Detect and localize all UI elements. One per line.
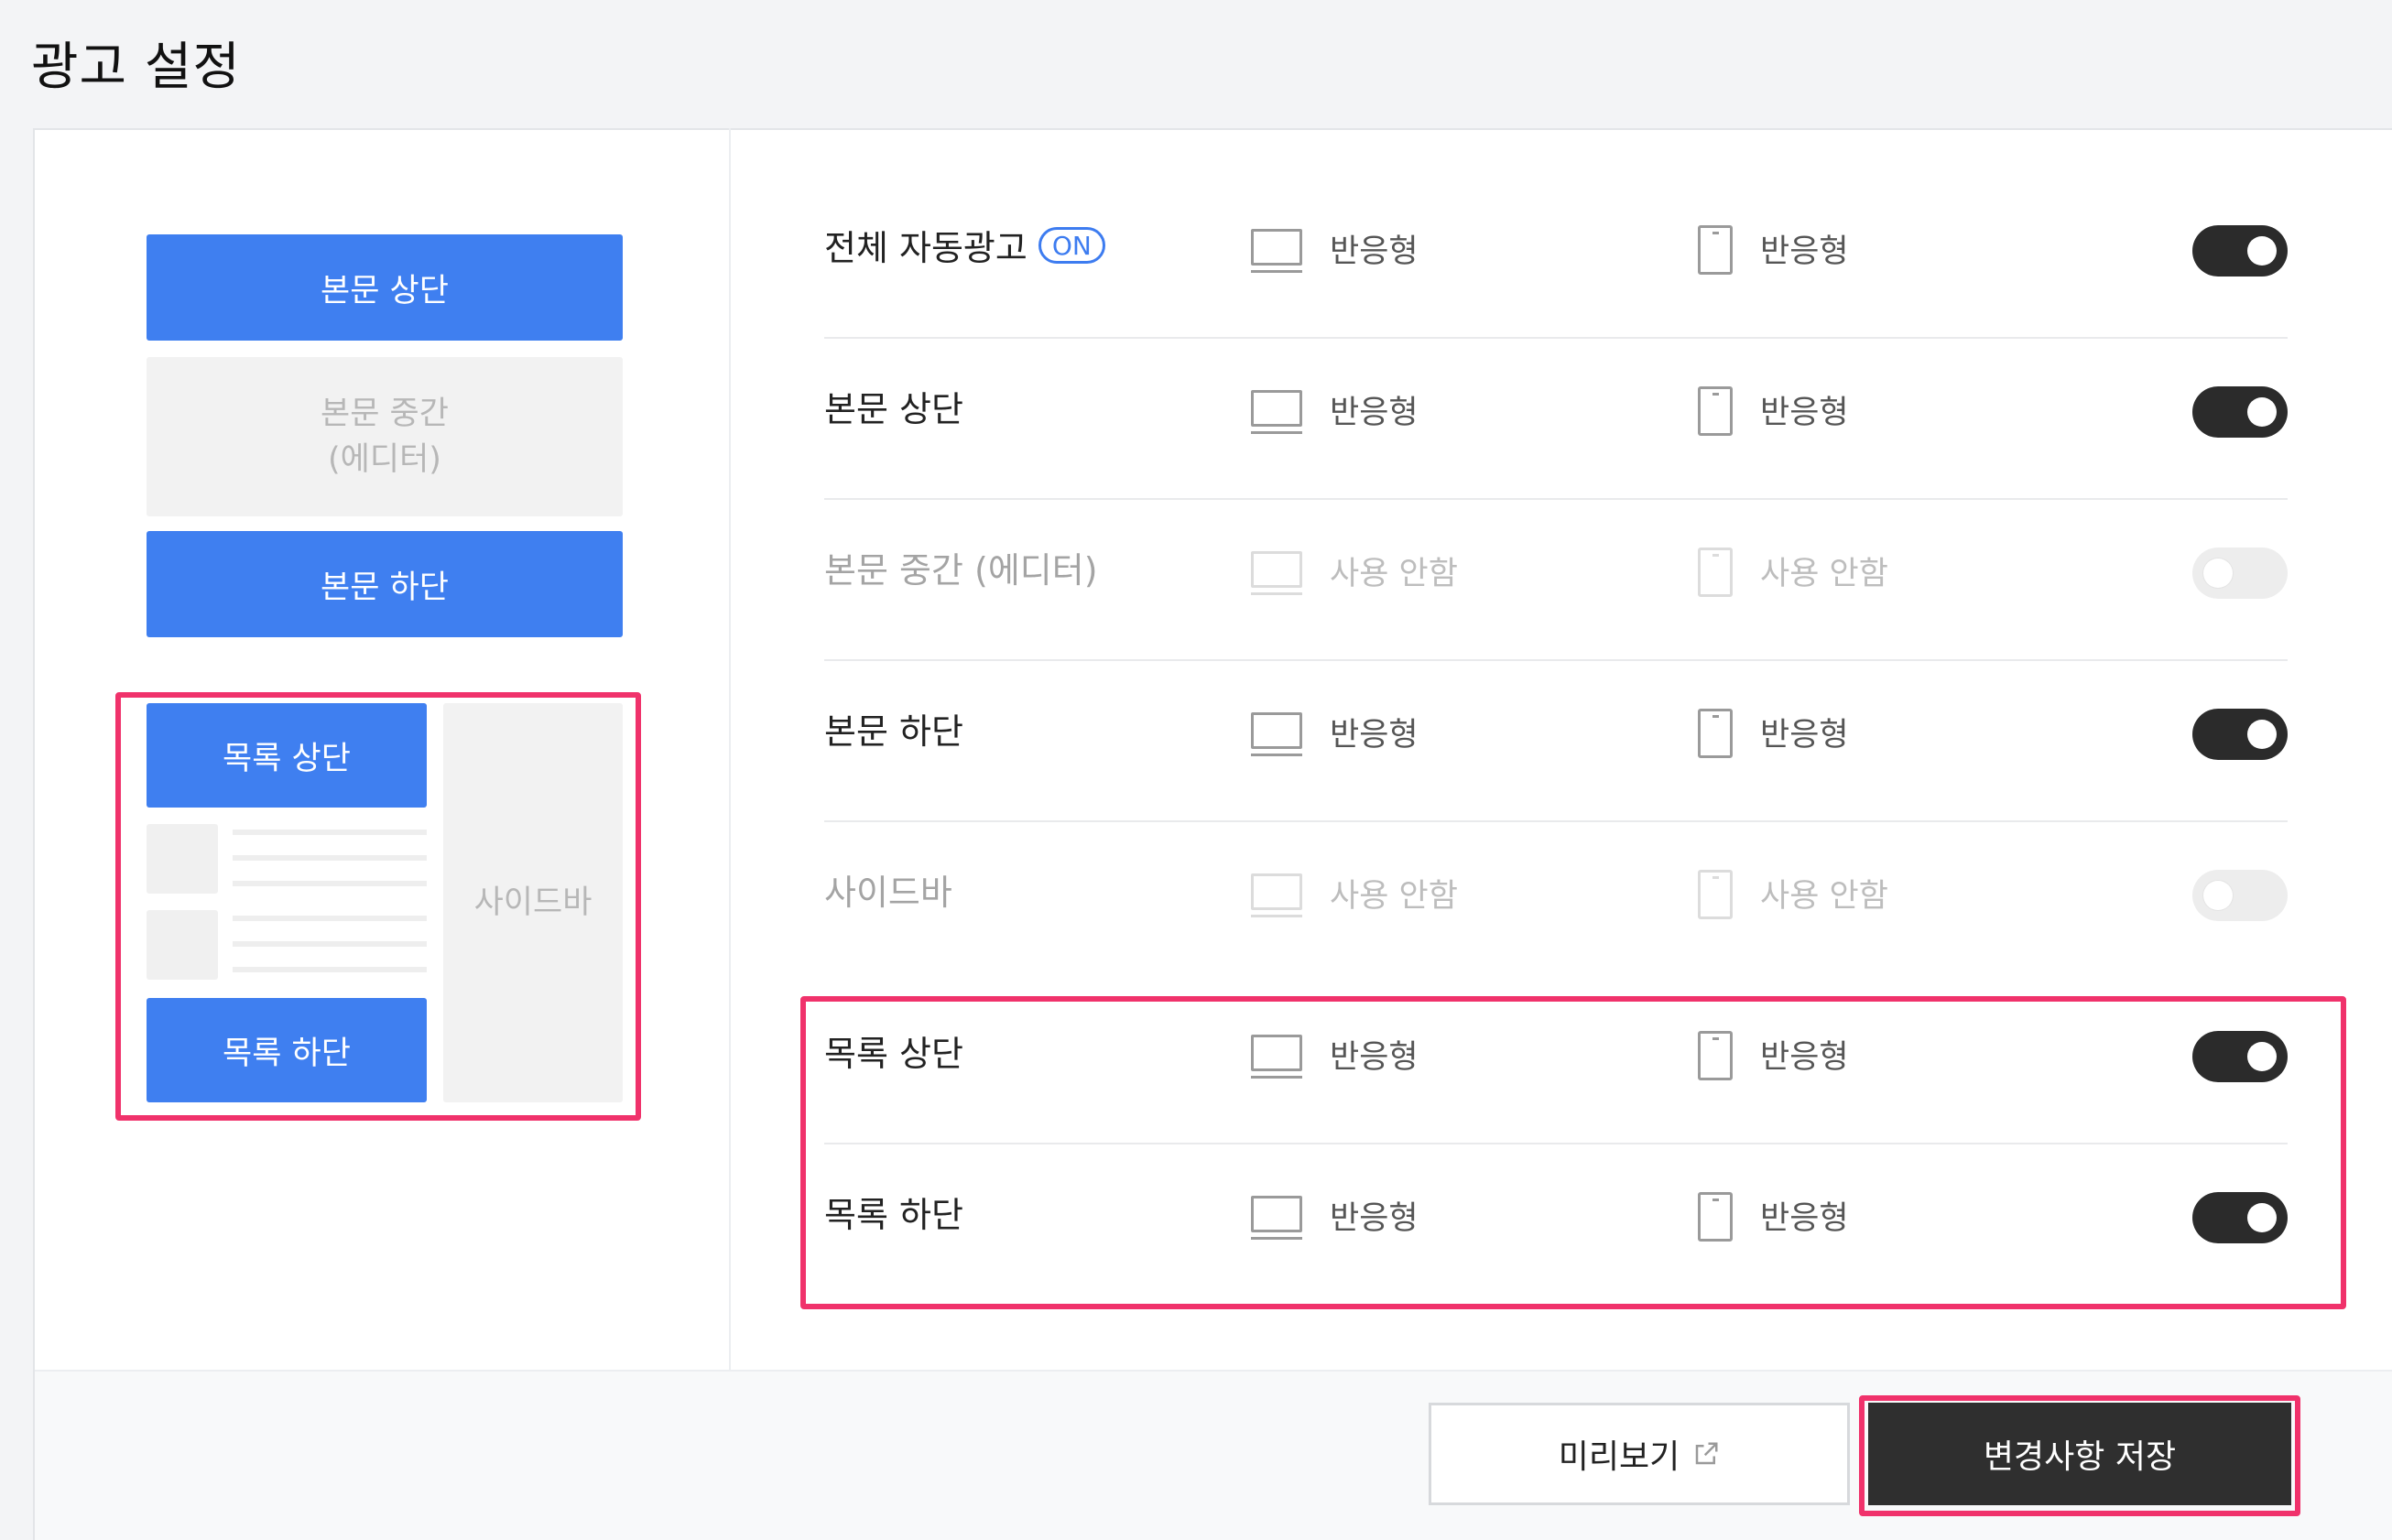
desktop-icon — [1251, 712, 1302, 758]
mobile-option[interactable]: 사용 안함 — [1760, 870, 1888, 916]
mobile-icon — [1698, 225, 1733, 275]
toggle-switch[interactable] — [2192, 386, 2288, 438]
toggle-switch[interactable] — [2192, 548, 2288, 599]
row-auto-ads: 전체 자동광고 ON 반응형 반응형 — [824, 178, 2288, 339]
pc-option[interactable]: 반응형 — [1330, 386, 1419, 433]
preview-body-middle-line1: 본문 중간 — [321, 396, 449, 432]
mobile-option[interactable]: 사용 안함 — [1760, 548, 1888, 594]
mobile-option[interactable]: 반응형 — [1760, 709, 1849, 755]
external-link-icon — [1695, 1442, 1718, 1465]
row-name: 본문 하단 — [824, 711, 963, 752]
pc-option[interactable]: 반응형 — [1330, 225, 1419, 272]
desktop-icon — [1251, 229, 1302, 275]
preview-button[interactable]: 미리보기 — [1429, 1403, 1850, 1505]
row-name: 전체 자동광고 — [824, 228, 1027, 268]
preview-highlight-box — [115, 692, 641, 1121]
pc-option[interactable]: 사용 안함 — [1330, 870, 1458, 916]
save-highlight-box — [1859, 1395, 2300, 1516]
desktop-icon — [1251, 390, 1302, 436]
mobile-option[interactable]: 반응형 — [1760, 225, 1849, 272]
preview-body-middle: 본문 중간 (에디터) — [147, 357, 623, 516]
toggle-switch[interactable] — [2192, 870, 2288, 921]
row-body-middle: 본문 중간 (에디터) 사용 안함 사용 안함 — [824, 500, 2288, 661]
preview-body-top: 본문 상단 — [147, 234, 623, 341]
preview-body-bottom: 본문 하단 — [147, 531, 623, 637]
rows-highlight-box — [800, 996, 2346, 1309]
pc-option[interactable]: 사용 안함 — [1330, 548, 1458, 594]
mobile-icon — [1698, 709, 1733, 758]
row-body-bottom: 본문 하단 반응형 반응형 — [824, 661, 2288, 822]
page-title: 광고 설정 — [31, 38, 241, 97]
row-name: 본문 중간 (에디터) — [824, 550, 1098, 591]
panel-divider — [729, 128, 731, 1370]
mobile-option[interactable]: 반응형 — [1760, 386, 1849, 433]
row-sidebar: 사이드바 사용 안함 사용 안함 — [824, 822, 2288, 983]
desktop-icon — [1251, 873, 1302, 919]
row-name: 사이드바 — [824, 873, 952, 913]
mobile-icon — [1698, 386, 1733, 436]
mobile-icon — [1698, 870, 1733, 919]
toggle-switch[interactable] — [2192, 709, 2288, 760]
preview-body-middle-line2: (에디터) — [328, 441, 441, 478]
preview-button-label: 미리보기 — [1558, 1438, 1680, 1476]
row-body-top: 본문 상단 반응형 반응형 — [824, 339, 2288, 500]
row-label: 전체 자동광고 ON — [824, 220, 1105, 270]
pc-option[interactable]: 반응형 — [1330, 709, 1419, 755]
mobile-icon — [1698, 548, 1733, 597]
desktop-icon — [1251, 551, 1302, 597]
toggle-switch[interactable] — [2192, 225, 2288, 277]
row-name: 본문 상단 — [824, 389, 963, 429]
on-badge: ON — [1038, 226, 1105, 264]
